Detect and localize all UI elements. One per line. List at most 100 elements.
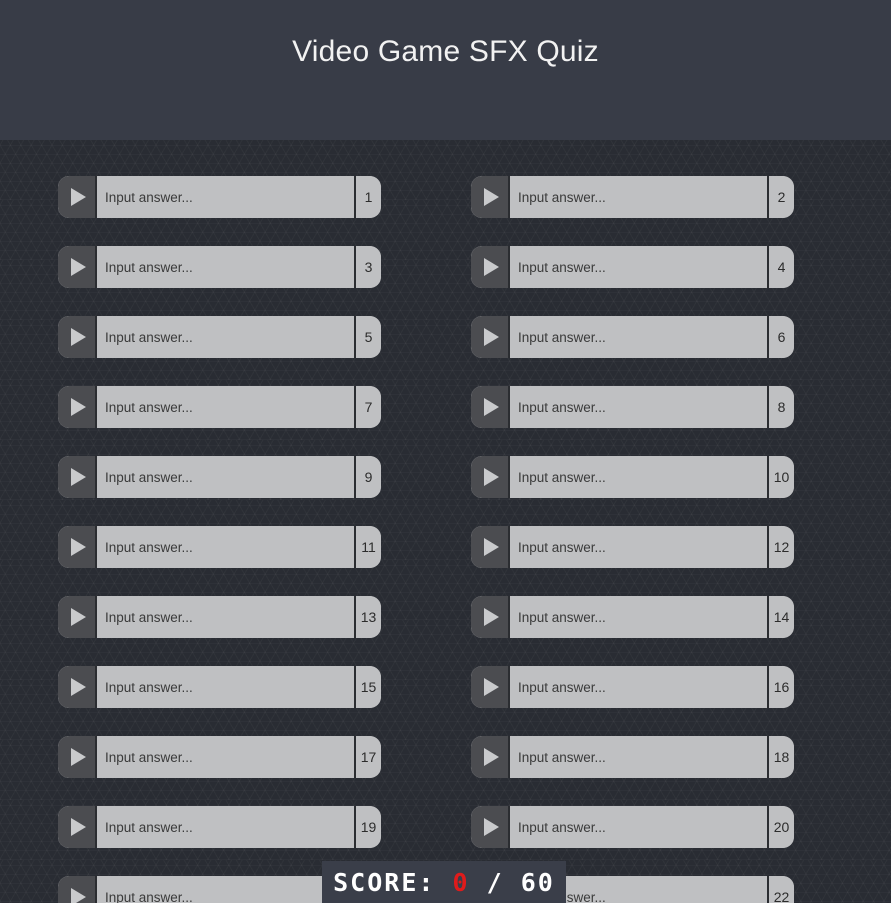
quiz-item: 20 — [471, 806, 794, 848]
page-title: Video Game SFX Quiz — [292, 35, 599, 68]
item-number: 3 — [354, 246, 381, 288]
play-button[interactable] — [58, 526, 97, 568]
quiz-area: 12345678910111213141516171819202122 — [0, 140, 891, 903]
play-button[interactable] — [471, 456, 510, 498]
answer-input[interactable] — [510, 246, 767, 288]
quiz-item: 8 — [471, 386, 794, 428]
play-icon — [70, 608, 86, 626]
answer-input[interactable] — [510, 736, 767, 778]
quiz-item: 16 — [471, 666, 794, 708]
play-icon — [70, 818, 86, 836]
answer-input[interactable] — [97, 456, 354, 498]
quiz-row: 1718 — [0, 736, 891, 806]
answer-input[interactable] — [97, 246, 354, 288]
play-icon — [70, 888, 86, 903]
answer-input[interactable] — [97, 386, 354, 428]
play-button[interactable] — [471, 806, 510, 848]
play-button[interactable] — [471, 386, 510, 428]
play-icon — [483, 188, 499, 206]
play-icon — [483, 538, 499, 556]
score-separator: / — [486, 867, 504, 897]
answer-input[interactable] — [510, 806, 767, 848]
play-icon — [483, 748, 499, 766]
answer-input[interactable] — [97, 526, 354, 568]
play-button[interactable] — [471, 666, 510, 708]
score-space-3 — [504, 870, 521, 895]
answer-input[interactable] — [510, 316, 767, 358]
play-button[interactable] — [58, 806, 97, 848]
quiz-row: 78 — [0, 386, 891, 456]
item-number: 6 — [767, 316, 794, 358]
answer-input[interactable] — [510, 176, 767, 218]
play-icon — [70, 678, 86, 696]
play-button[interactable] — [58, 246, 97, 288]
play-icon — [70, 468, 86, 486]
answer-input[interactable] — [510, 666, 767, 708]
answer-input[interactable] — [510, 596, 767, 638]
quiz-item: 14 — [471, 596, 794, 638]
quiz-item: 6 — [471, 316, 794, 358]
quiz-item: 4 — [471, 246, 794, 288]
play-button[interactable] — [471, 596, 510, 638]
play-button[interactable] — [471, 176, 510, 218]
play-button[interactable] — [58, 456, 97, 498]
quiz-item: 17 — [58, 736, 381, 778]
answer-input[interactable] — [97, 596, 354, 638]
item-number: 17 — [354, 736, 381, 778]
play-icon — [483, 818, 499, 836]
play-icon — [70, 748, 86, 766]
play-button[interactable] — [471, 246, 510, 288]
play-button[interactable] — [471, 736, 510, 778]
play-icon — [70, 188, 86, 206]
quiz-item: 11 — [58, 526, 381, 568]
quiz-row: 9 10 — [0, 456, 891, 526]
quiz-row: 34 — [0, 246, 891, 316]
item-number: 18 — [767, 736, 794, 778]
answer-input[interactable] — [510, 456, 767, 498]
score-space-1 — [435, 870, 452, 895]
answer-input[interactable] — [510, 386, 767, 428]
play-button[interactable] — [58, 316, 97, 358]
quiz-item: 15 — [58, 666, 381, 708]
play-button[interactable] — [58, 596, 97, 638]
play-icon — [70, 538, 86, 556]
play-button[interactable] — [58, 176, 97, 218]
answer-input[interactable] — [97, 316, 354, 358]
item-number: 2 — [767, 176, 794, 218]
quiz-item: 9 — [58, 456, 381, 498]
item-number: 19 — [354, 806, 381, 848]
quiz-item: 2 — [471, 176, 794, 218]
play-icon — [70, 258, 86, 276]
play-icon — [483, 398, 499, 416]
answer-input[interactable] — [97, 666, 354, 708]
play-button[interactable] — [58, 876, 97, 903]
play-button[interactable] — [58, 666, 97, 708]
play-icon — [483, 258, 499, 276]
play-button[interactable] — [471, 526, 510, 568]
score-bar: SCORE: 0 / 60 — [322, 861, 566, 903]
quiz-item: 13 — [58, 596, 381, 638]
item-number: 8 — [767, 386, 794, 428]
answer-input[interactable] — [97, 806, 354, 848]
answer-input[interactable] — [97, 876, 354, 903]
item-number: 9 — [354, 456, 381, 498]
play-icon — [70, 328, 86, 346]
quiz-row: 1516 — [0, 666, 891, 736]
play-button[interactable] — [58, 386, 97, 428]
answer-input[interactable] — [510, 526, 767, 568]
quiz-item: 10 — [471, 456, 794, 498]
quiz-row: 12 — [0, 176, 891, 246]
item-number: 12 — [767, 526, 794, 568]
item-number: 11 — [354, 526, 381, 568]
answer-input[interactable] — [97, 176, 354, 218]
quiz-item: 1 — [58, 176, 381, 218]
item-number: 7 — [354, 386, 381, 428]
play-button[interactable] — [471, 316, 510, 358]
answer-input[interactable] — [97, 736, 354, 778]
quiz-item: 12 — [471, 526, 794, 568]
item-number: 4 — [767, 246, 794, 288]
item-number: 10 — [767, 456, 794, 498]
item-number: 13 — [354, 596, 381, 638]
quiz-row: 56 — [0, 316, 891, 386]
play-button[interactable] — [58, 736, 97, 778]
